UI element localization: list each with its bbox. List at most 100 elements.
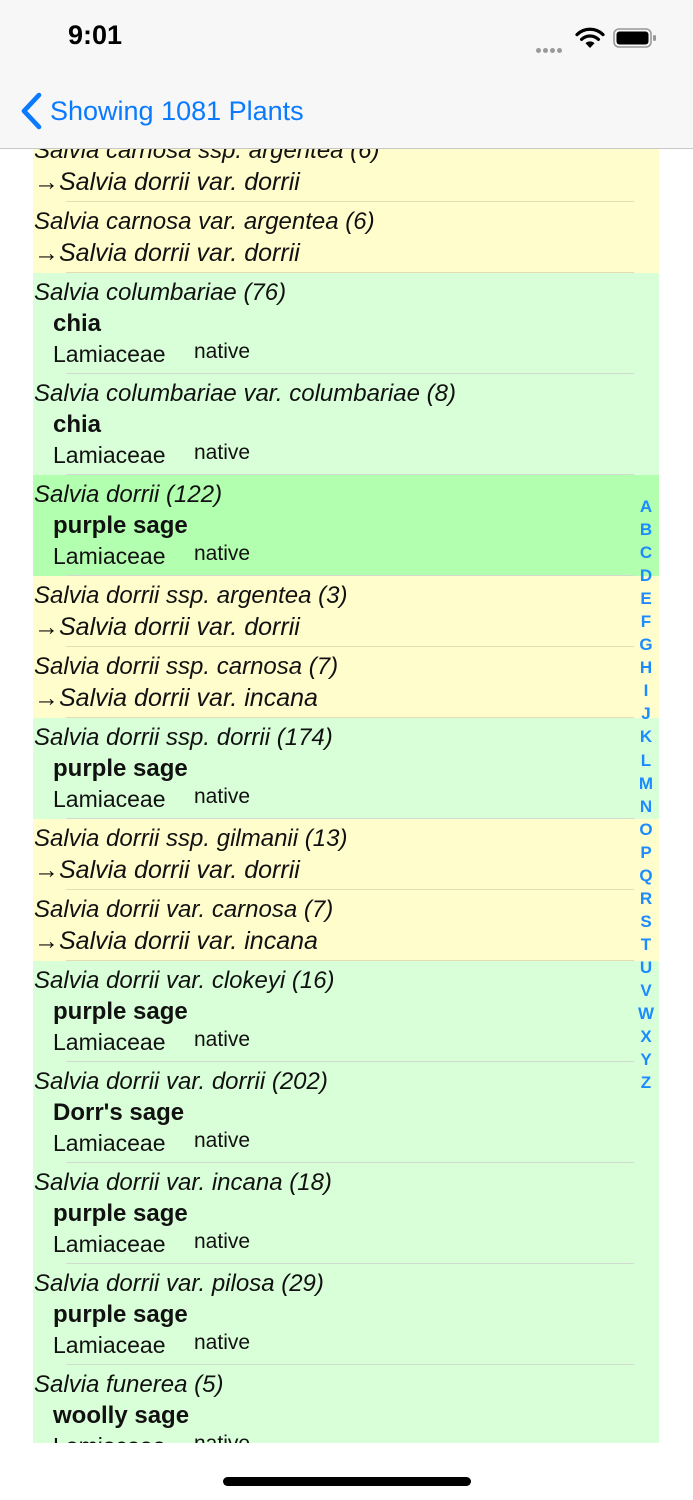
- target-name: Salvia dorrii var. dorrii: [59, 613, 300, 641]
- index-letter-c[interactable]: C: [634, 541, 658, 564]
- scientific-name: Salvia dorrii ssp. gilmanii (13): [34, 825, 348, 852]
- plant-row[interactable]: Salvia dorrii var. incana (18) purple sag…: [33, 1163, 659, 1264]
- synonym-target: →Salvia dorrii var. dorrii: [34, 856, 300, 885]
- synonym-target: →Salvia dorrii var. incana: [34, 927, 318, 956]
- index-letter-s[interactable]: S: [634, 910, 658, 933]
- family-name: Lamiaceae: [53, 1433, 166, 1443]
- index-letter-y[interactable]: Y: [634, 1048, 658, 1071]
- alphabet-index[interactable]: ABCDEFGHIJKLMNOPQRSTUVWXYZ: [634, 495, 658, 1094]
- right-arrow-icon: →: [34, 927, 59, 955]
- battery-icon: [613, 28, 656, 48]
- family-name: Lamiaceae: [53, 341, 166, 367]
- back-button[interactable]: Showing 1081 Plants: [18, 90, 304, 132]
- target-name: Salvia dorrii var. dorrii: [59, 856, 300, 884]
- scientific-name: Salvia dorrii var. dorrii (202): [34, 1068, 328, 1095]
- scientific-name: Salvia dorrii var. clokeyi (16): [34, 967, 335, 994]
- plant-row[interactable]: Salvia funerea (5) woolly sage Lamiaceae na…: [33, 1365, 659, 1443]
- index-letter-f[interactable]: F: [634, 610, 658, 633]
- plant-list[interactable]: Salvia carnosa ssp. argentea (6) →Salvia …: [0, 149, 693, 1443]
- common-name: Dorr's sage: [53, 1099, 185, 1126]
- scientific-name: Salvia dorrii var. incana (18): [34, 1169, 332, 1196]
- status-bar: 9:01: [0, 0, 693, 74]
- plant-row[interactable]: Salvia columbariae var. columbariae (8) c…: [33, 374, 659, 475]
- native-status: native: [194, 785, 251, 808]
- scientific-name: Salvia dorrii (122): [34, 481, 223, 508]
- index-letter-i[interactable]: I: [634, 679, 658, 702]
- scientific-name: Salvia dorrii ssp. carnosa (7): [34, 653, 339, 680]
- scientific-name: Salvia carnosa ssp. argentea (6): [34, 149, 380, 164]
- synonym-target: →Salvia dorrii var. incana: [34, 684, 318, 713]
- synonym-row[interactable]: Salvia dorrii ssp. carnosa (7) →Salvia do…: [33, 647, 659, 718]
- common-name: purple sage: [53, 512, 188, 539]
- synonym-row[interactable]: Salvia dorrii ssp. argentea (3) →Salvia d…: [33, 576, 659, 647]
- index-letter-v[interactable]: V: [634, 979, 658, 1002]
- native-status: native: [194, 1129, 251, 1152]
- synonym-target: →Salvia dorrii var. dorrii: [34, 613, 300, 642]
- native-status: native: [194, 1028, 251, 1051]
- index-letter-h[interactable]: H: [634, 656, 658, 679]
- index-letter-j[interactable]: J: [634, 702, 658, 725]
- chevron-left-icon: [21, 92, 42, 130]
- index-letter-p[interactable]: P: [634, 841, 658, 864]
- index-letter-a[interactable]: A: [634, 495, 658, 518]
- plant-row[interactable]: Salvia dorrii var. dorrii (202) Dorr's sa…: [33, 1062, 659, 1163]
- target-name: Salvia dorrii var. dorrii: [59, 168, 300, 196]
- native-status: native: [194, 1331, 251, 1354]
- family-name: Lamiaceae: [53, 1231, 166, 1257]
- common-name: purple sage: [53, 755, 188, 782]
- index-letter-b[interactable]: B: [634, 518, 658, 541]
- target-name: Salvia dorrii var. incana: [59, 927, 318, 955]
- family-name: Lamiaceae: [53, 786, 166, 812]
- index-letter-o[interactable]: O: [634, 818, 658, 841]
- common-name: chia: [53, 310, 102, 337]
- synonym-row[interactable]: Salvia dorrii ssp. gilmanii (13) →Salvia …: [33, 819, 659, 890]
- common-name: purple sage: [53, 1200, 188, 1227]
- synonym-row[interactable]: Salvia carnosa ssp. argentea (6) →Salvia …: [33, 149, 659, 202]
- index-letter-x[interactable]: X: [634, 1025, 658, 1048]
- family-name: Lamiaceae: [53, 543, 166, 569]
- index-letter-u[interactable]: U: [634, 956, 658, 979]
- family-name: Lamiaceae: [53, 1332, 166, 1358]
- home-indicator[interactable]: [223, 1477, 471, 1486]
- plant-list-content: Salvia carnosa ssp. argentea (6) →Salvia …: [33, 149, 659, 1443]
- family-name: Lamiaceae: [53, 442, 166, 468]
- native-status: native: [194, 340, 251, 363]
- scientific-name: Salvia columbariae var. columbariae (8): [34, 380, 456, 407]
- synonym-target: →Salvia dorrii var. dorrii: [34, 239, 300, 268]
- index-letter-w[interactable]: W: [634, 1002, 658, 1025]
- scientific-name: Salvia dorrii var. pilosa (29): [34, 1270, 324, 1297]
- synonym-row[interactable]: Salvia carnosa var. argentea (6) →Salvia …: [33, 202, 659, 273]
- native-status: native: [194, 1230, 251, 1253]
- index-letter-r[interactable]: R: [634, 887, 658, 910]
- right-arrow-icon: →: [34, 684, 59, 712]
- plant-row[interactable]: Salvia columbariae (76) chia Lamiaceae nati…: [33, 273, 659, 374]
- common-name: purple sage: [53, 998, 188, 1025]
- synonym-target: →Salvia dorrii var. dorrii: [34, 168, 300, 197]
- native-status: native: [194, 542, 251, 565]
- right-arrow-icon: →: [34, 856, 59, 884]
- plant-row[interactable]: Salvia dorrii ssp. dorrii (174) purple sa…: [33, 718, 659, 819]
- index-letter-z[interactable]: Z: [634, 1071, 658, 1094]
- index-letter-q[interactable]: Q: [634, 864, 658, 887]
- status-time: 9:01: [68, 20, 123, 50]
- index-letter-t[interactable]: T: [634, 933, 658, 956]
- index-letter-d[interactable]: D: [634, 564, 658, 587]
- common-name: purple sage: [53, 1301, 188, 1328]
- cellular-signal-icon: [536, 40, 566, 53]
- target-name: Salvia dorrii var. dorrii: [59, 239, 300, 267]
- index-letter-l[interactable]: L: [634, 749, 658, 772]
- scientific-name: Salvia columbariae (76): [34, 279, 287, 306]
- scientific-name: Salvia funerea (5): [34, 1371, 224, 1398]
- plant-row[interactable]: Salvia dorrii var. clokeyi (16) purple sa…: [33, 961, 659, 1062]
- index-letter-n[interactable]: N: [634, 795, 658, 818]
- plant-row[interactable]: Salvia dorrii (122) purple sage Lamiaceae n…: [33, 475, 659, 576]
- index-letter-m[interactable]: M: [634, 772, 658, 795]
- native-status: native: [194, 441, 251, 464]
- synonym-row[interactable]: Salvia dorrii var. carnosa (7) →Salvia do…: [33, 890, 659, 961]
- plant-row[interactable]: Salvia dorrii var. pilosa (29) purple sag…: [33, 1264, 659, 1365]
- right-arrow-icon: →: [34, 613, 59, 641]
- native-status: native: [194, 1432, 250, 1443]
- index-letter-e[interactable]: E: [634, 587, 658, 610]
- index-letter-g[interactable]: G: [634, 633, 658, 656]
- index-letter-k[interactable]: K: [634, 725, 658, 748]
